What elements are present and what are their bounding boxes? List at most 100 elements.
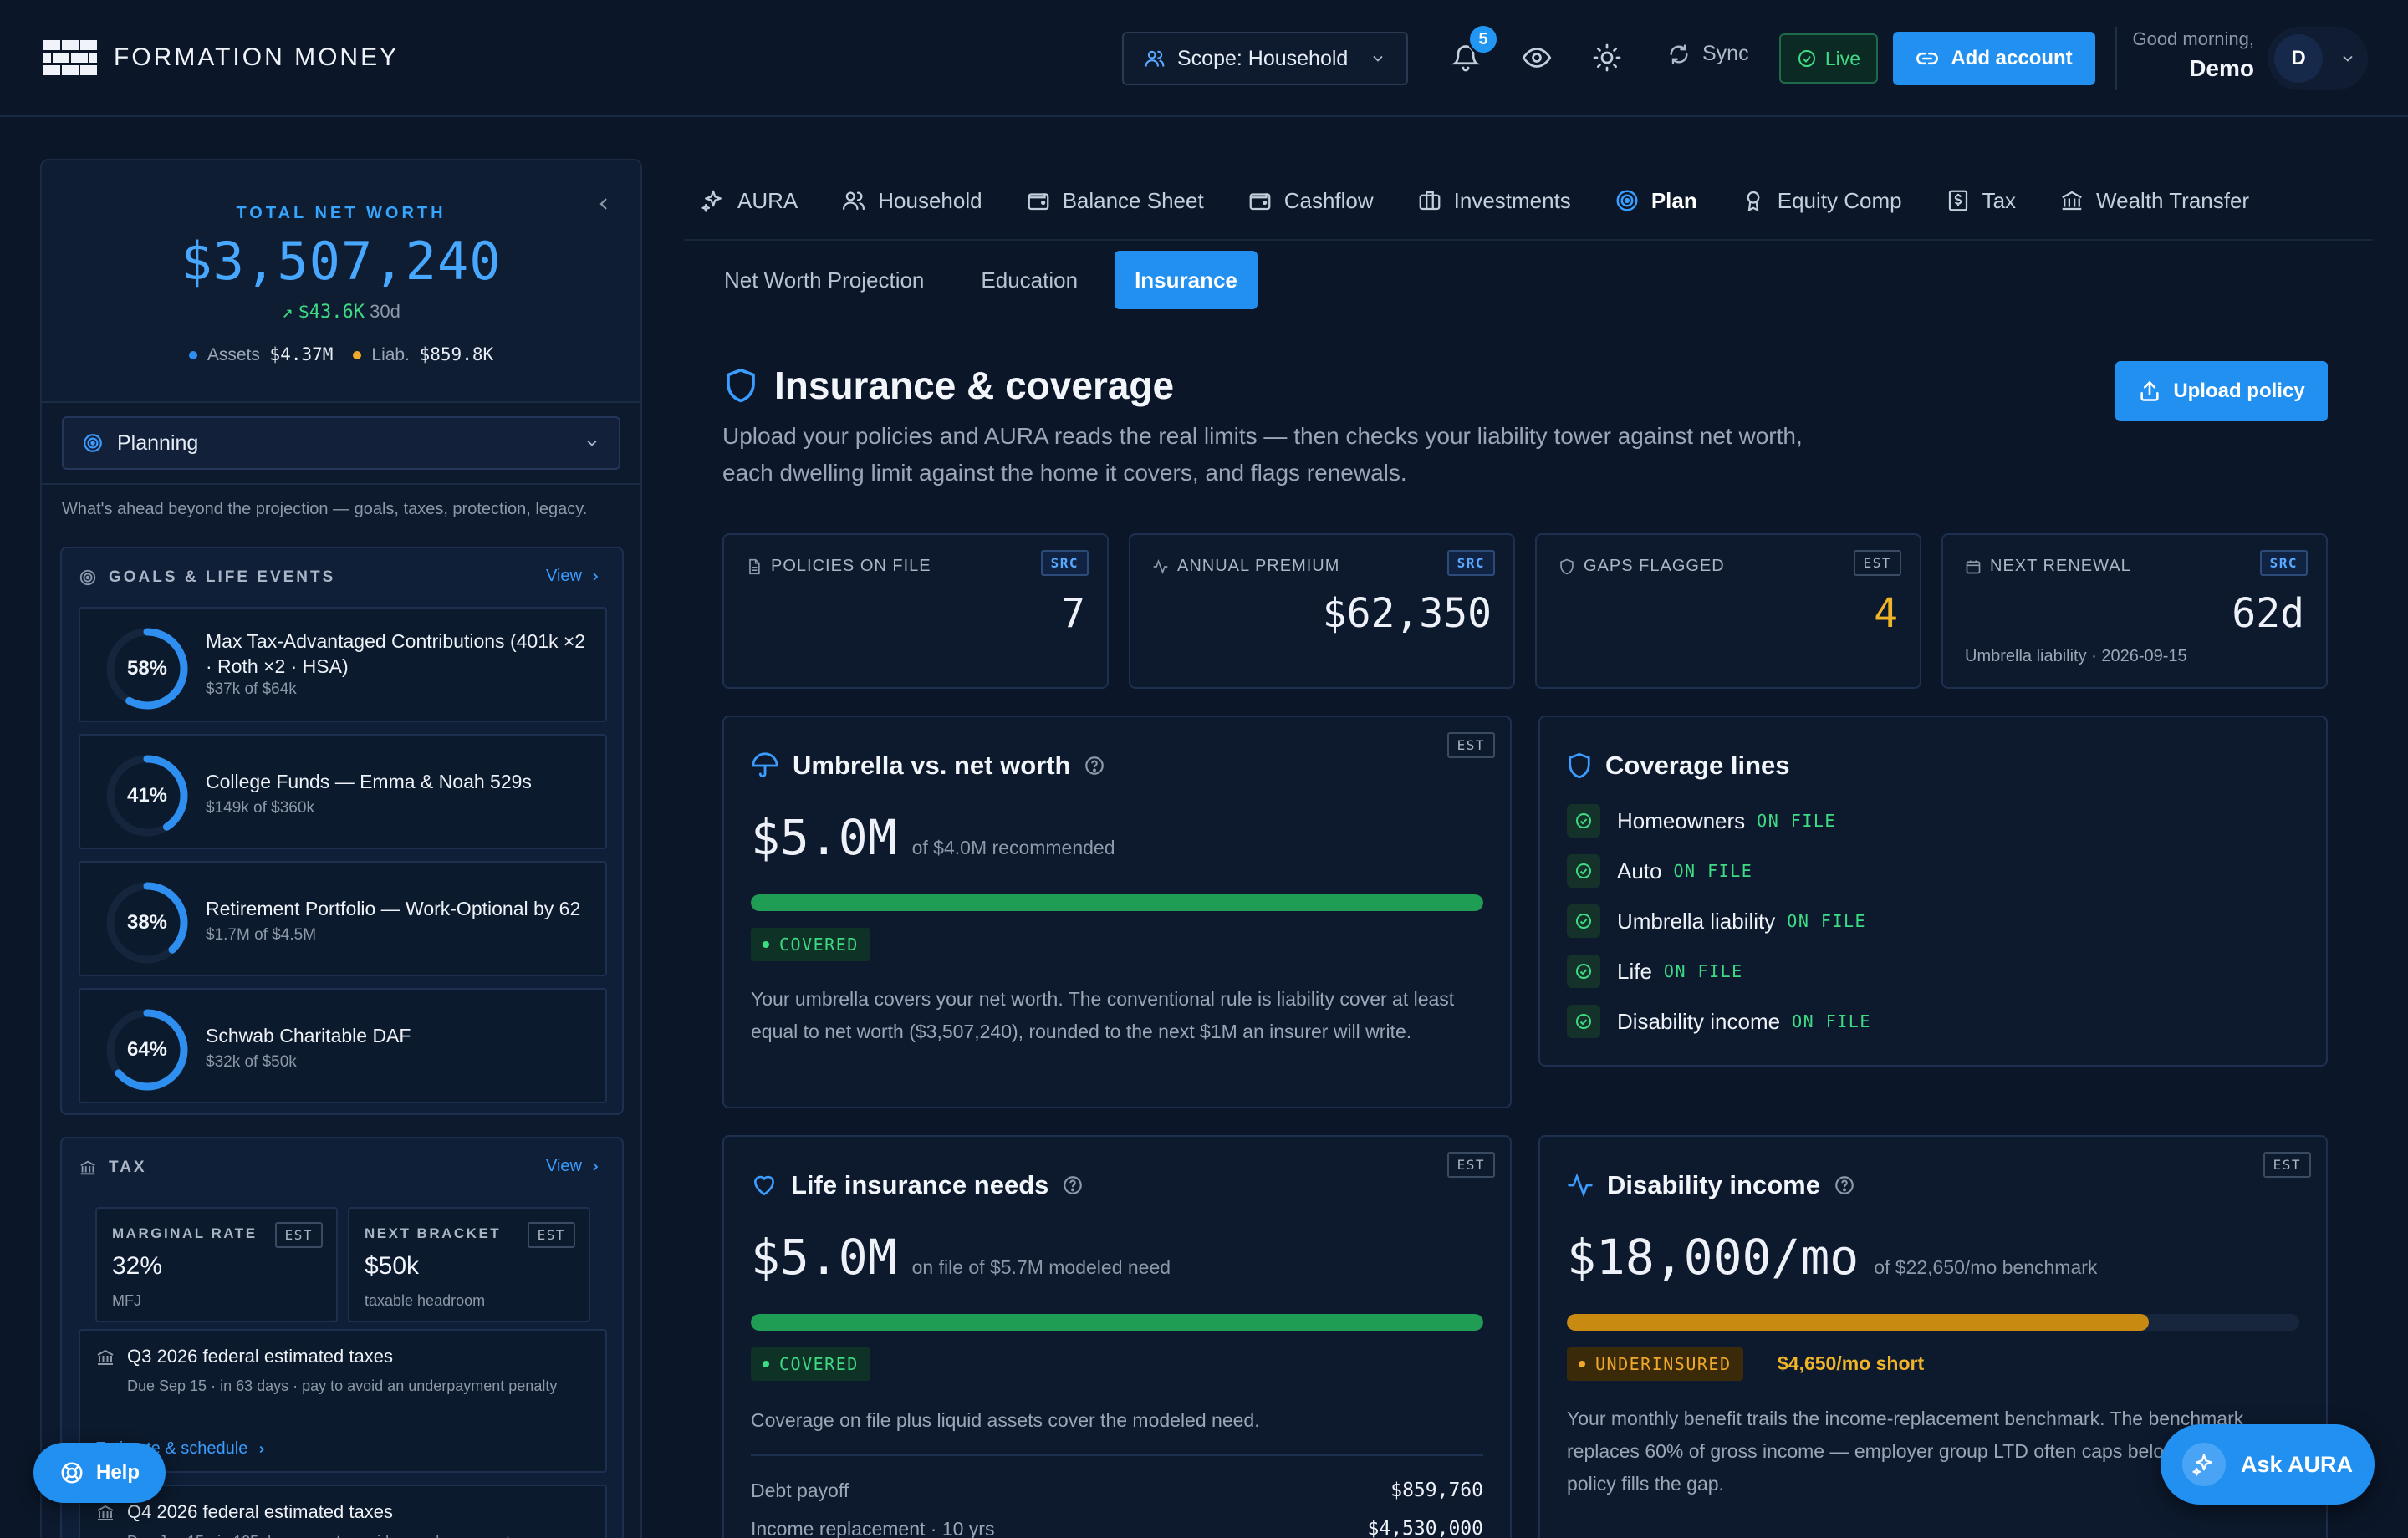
tab-balance-sheet[interactable]: Balance Sheet — [1026, 188, 1204, 214]
goal-card[interactable]: 41% College Funds — Emma & Noah 529s $14… — [79, 734, 607, 849]
goal-card[interactable]: 38% Retirement Portfolio — Work-Optional… — [79, 861, 607, 976]
target-icon — [1615, 188, 1640, 213]
coverage-line-disability[interactable]: Disability income ON FILE — [1567, 1005, 1871, 1038]
bank-icon — [79, 1159, 97, 1177]
page-description: Upload your policies and AURA reads the … — [722, 423, 1803, 486]
coverage-line-life[interactable]: Life ON FILE — [1567, 955, 1743, 988]
disability-progress-bar — [1567, 1314, 2299, 1331]
tab-plan[interactable]: Plan — [1615, 188, 1697, 214]
coverage-line-auto[interactable]: Auto ON FILE — [1567, 854, 1752, 888]
kpi-label: POLICIES ON FILE — [746, 557, 931, 576]
subtab-net-worth-projection[interactable]: Net Worth Projection — [704, 251, 944, 309]
goal-card[interactable]: 58% Max Tax-Advantaged Contributions (40… — [79, 607, 607, 722]
scope-selector[interactable]: Scope: Household — [1122, 32, 1408, 85]
add-account-button[interactable]: Add account — [1893, 32, 2095, 85]
privacy-toggle-button[interactable] — [1518, 38, 1556, 77]
chevron-right-icon — [256, 1444, 268, 1455]
tab-label: Equity Comp — [1777, 187, 1902, 213]
check-circle-icon — [1567, 904, 1600, 938]
tab-aura[interactable]: AURA — [701, 188, 798, 214]
help-circle-icon[interactable] — [1834, 1174, 1855, 1196]
goals-heading-text: GOALS & LIFE EVENTS — [109, 568, 336, 586]
status-badge: COVERED — [751, 928, 870, 961]
net-worth-period: 30d — [370, 301, 400, 322]
life-amount: $5.0M — [751, 1229, 897, 1286]
row-label: Income replacement · 10 yrs — [751, 1518, 995, 1538]
main-tabs: AURA Household Balance Sheet Cashflow In… — [701, 182, 2293, 219]
tax-deadline-sub: Due Jan 15 · in 185 days · pay to avoid … — [127, 1531, 579, 1538]
umbrella-explanation: Your umbrella covers your net worth. The… — [751, 988, 1455, 1042]
ask-aura-button[interactable]: Ask AURA — [2161, 1424, 2375, 1505]
kpi-label-text: NEXT RENEWAL — [1990, 557, 2131, 575]
status-badge: COVERED — [751, 1347, 870, 1381]
progress-fill — [751, 894, 1483, 911]
tab-cashflow[interactable]: Cashflow — [1247, 188, 1374, 214]
help-circle-icon[interactable] — [1084, 755, 1105, 777]
goal-card[interactable]: 64% Schwab Charitable DAF $32k of $50k — [79, 988, 607, 1103]
goal-progress-text: $32k of $50k — [206, 1053, 297, 1071]
progress-fill — [751, 1314, 1483, 1331]
umbrella-amount: $5.0M — [751, 809, 897, 866]
shortfall-text: $4,650/mo short — [1778, 1352, 1925, 1374]
tab-investments[interactable]: Investments — [1417, 188, 1571, 214]
live-status-badge[interactable]: Live — [1779, 33, 1878, 84]
sync-button[interactable]: Sync — [1667, 42, 1749, 66]
src-tag: SRC — [1446, 550, 1495, 576]
target-icon — [82, 432, 104, 454]
est-tag: EST — [1853, 550, 1901, 576]
bank-icon — [95, 1503, 115, 1523]
marginal-rate-sub: MFJ — [112, 1292, 141, 1309]
kpi-value: $62,350 — [1322, 590, 1492, 637]
subtab-insurance[interactable]: Insurance — [1115, 251, 1258, 309]
subtab-education[interactable]: Education — [961, 251, 1098, 309]
marginal-rate-label: MARGINAL RATE — [112, 1225, 258, 1241]
brand[interactable]: FORMATION MONEY — [43, 40, 399, 75]
tax-deadline-item[interactable]: Q3 2026 federal estimated taxes Due Sep … — [79, 1329, 607, 1473]
coverage-line-status: ON FILE — [1663, 961, 1743, 981]
goal-progress-text: $1.7M of $4.5M — [206, 926, 317, 944]
divider — [2115, 27, 2117, 90]
tab-household[interactable]: Household — [841, 188, 982, 214]
upload-policy-button[interactable]: Upload policy — [2115, 361, 2328, 421]
link-icon — [1916, 47, 1939, 70]
tax-deadline-title: Q4 2026 federal estimated taxes — [127, 1501, 393, 1522]
section-select-value: Planning — [117, 430, 199, 455]
tax-heading-text: TAX — [109, 1159, 147, 1176]
life-value: $5.0M on file of $5.7M modeled need — [751, 1229, 1171, 1286]
help-button[interactable]: Help — [33, 1443, 166, 1503]
section-description: What's ahead beyond the projection — goa… — [62, 500, 588, 518]
life-progress-bar — [751, 1314, 1483, 1331]
user-menu-button[interactable]: D — [2268, 27, 2368, 90]
help-circle-icon[interactable] — [1062, 1174, 1084, 1196]
coverage-line-label: Umbrella liability — [1617, 908, 1776, 934]
src-tag: SRC — [1040, 550, 1089, 576]
net-worth-summary: TOTAL NET WORTH $3,507,240 ↗ $43.6K 30d … — [42, 160, 640, 403]
goal-percent: 64% — [126, 1038, 168, 1061]
coverage-line-homeowners[interactable]: Homeowners ON FILE — [1567, 804, 1836, 838]
sparkle-icon — [701, 188, 726, 213]
coverage-line-umbrella[interactable]: Umbrella liability ON FILE — [1567, 904, 1866, 938]
tax-deadline-sub: Due Sep 15 · in 63 days · pay to avoid a… — [127, 1378, 558, 1394]
bank-icon — [95, 1347, 115, 1367]
umbrella-progress-bar — [751, 894, 1483, 911]
theme-toggle-button[interactable] — [1588, 38, 1626, 77]
target-icon — [79, 568, 97, 587]
coverage-line-status: ON FILE — [1792, 1011, 1871, 1031]
user-name: Demo — [2189, 55, 2254, 81]
coverage-line-label: Auto — [1617, 858, 1662, 884]
status-text: COVERED — [779, 935, 859, 955]
assets-label: Assets — [207, 345, 260, 364]
kpi-policies-on-file: POLICIES ON FILE SRC 7 — [722, 533, 1109, 689]
tab-wealth-transfer[interactable]: Wealth Transfer — [2059, 188, 2249, 214]
tab-equity-comp[interactable]: Equity Comp — [1741, 188, 1902, 214]
goal-percent: 41% — [126, 784, 168, 807]
next-bracket-card: NEXT BRACKET EST $50k taxable headroom — [348, 1207, 590, 1322]
section-select[interactable]: Planning — [62, 416, 620, 470]
tab-tax[interactable]: Tax — [1946, 188, 2016, 214]
coverage-line-status: ON FILE — [1757, 811, 1836, 831]
goals-view-link[interactable]: View — [546, 567, 602, 586]
tax-view-link[interactable]: View — [546, 1157, 602, 1176]
liabilities-value: $859.8K — [419, 344, 494, 364]
kpi-sub: Umbrella liability · 2026-09-15 — [1965, 647, 2187, 665]
kpi-value: 4 — [1874, 590, 1898, 637]
